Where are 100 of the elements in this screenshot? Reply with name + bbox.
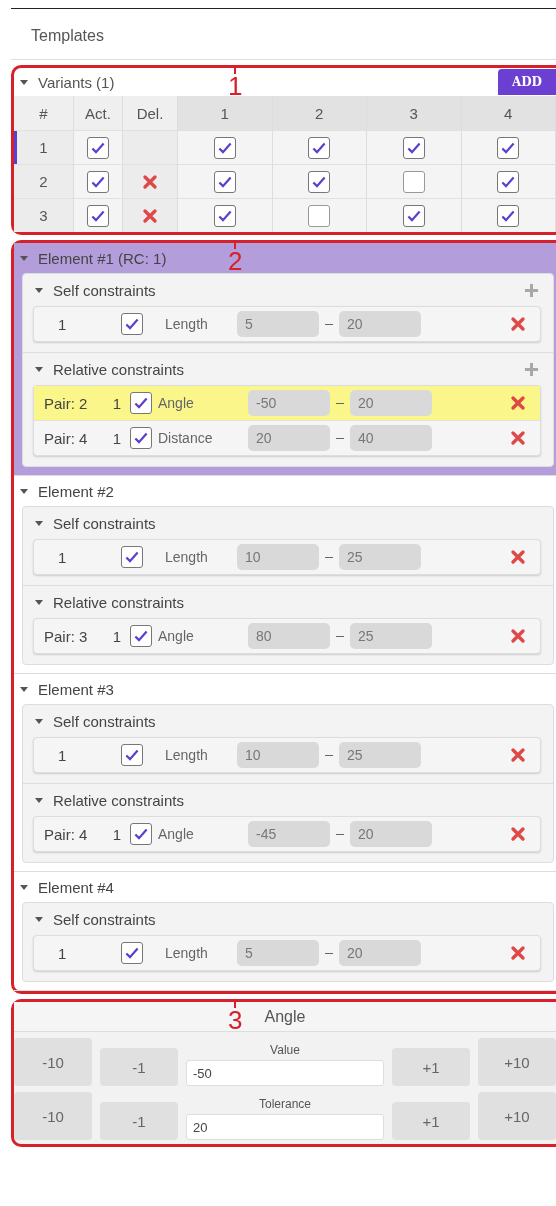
checkbox[interactable] bbox=[121, 942, 143, 964]
min-field[interactable]: 5 bbox=[237, 311, 319, 337]
min-field[interactable]: 10 bbox=[237, 742, 319, 768]
checkbox[interactable] bbox=[308, 170, 331, 193]
step-button[interactable]: +1 bbox=[392, 1102, 470, 1140]
checkbox[interactable] bbox=[87, 204, 109, 227]
column-header: 1 bbox=[178, 96, 273, 130]
section-title: Self constraints bbox=[53, 514, 156, 532]
caret-icon[interactable] bbox=[20, 79, 28, 85]
max-field[interactable]: 25 bbox=[350, 623, 432, 649]
checkbox[interactable] bbox=[130, 823, 152, 845]
row-number[interactable]: 3 bbox=[14, 198, 74, 232]
pair-label: Pair: 4 bbox=[43, 825, 89, 843]
checkbox[interactable] bbox=[121, 546, 143, 568]
max-field[interactable]: 25 bbox=[339, 742, 421, 768]
caret-icon[interactable] bbox=[20, 255, 28, 261]
column-header: # bbox=[14, 96, 74, 130]
caret-icon[interactable] bbox=[35, 366, 43, 372]
delete-icon[interactable] bbox=[510, 826, 526, 842]
min-field[interactable]: 5 bbox=[237, 940, 319, 966]
min-field[interactable]: 80 bbox=[248, 623, 330, 649]
checkbox[interactable] bbox=[402, 170, 425, 193]
value-field[interactable]: -50 bbox=[186, 1060, 384, 1086]
field-label: Tolerance bbox=[259, 1097, 311, 1111]
checkbox[interactable] bbox=[213, 170, 236, 193]
step-button[interactable]: -10 bbox=[14, 1092, 92, 1140]
checkbox[interactable] bbox=[130, 625, 152, 647]
caret-icon[interactable] bbox=[35, 599, 43, 605]
delete-icon[interactable] bbox=[142, 173, 158, 190]
range-dash bbox=[336, 833, 344, 835]
checkbox[interactable] bbox=[497, 170, 520, 193]
delete-icon[interactable] bbox=[510, 747, 526, 763]
caret-icon[interactable] bbox=[35, 520, 43, 526]
checkbox[interactable] bbox=[308, 204, 331, 227]
page-title: Templates bbox=[11, 9, 556, 60]
step-button[interactable]: +1 bbox=[392, 1048, 470, 1086]
step-button[interactable]: +10 bbox=[478, 1092, 556, 1140]
checkbox[interactable] bbox=[497, 136, 520, 159]
constraint-row[interactable]: 1 Length 10 25 bbox=[34, 738, 540, 772]
checkbox[interactable] bbox=[213, 136, 236, 159]
checkbox[interactable] bbox=[402, 136, 425, 159]
constraint-row[interactable]: 1 Length 10 25 bbox=[34, 540, 540, 574]
checkbox[interactable] bbox=[130, 392, 152, 414]
caret-icon[interactable] bbox=[20, 488, 28, 494]
caret-icon[interactable] bbox=[20, 884, 28, 890]
step-button[interactable]: -1 bbox=[100, 1102, 178, 1140]
delete-icon[interactable] bbox=[510, 549, 526, 565]
min-field[interactable]: -45 bbox=[248, 821, 330, 847]
delete-icon[interactable] bbox=[142, 207, 158, 224]
step-button[interactable]: +10 bbox=[478, 1038, 556, 1086]
delete-icon[interactable] bbox=[510, 628, 526, 644]
delete-icon[interactable] bbox=[510, 430, 526, 446]
constraint-row[interactable]: Pair: 4 1 Distance 20 40 bbox=[34, 420, 540, 455]
min-field[interactable]: 20 bbox=[248, 425, 330, 451]
constraint-name: Angle bbox=[157, 628, 195, 644]
constraint-index: 1 bbox=[111, 429, 123, 447]
max-field[interactable]: 20 bbox=[350, 821, 432, 847]
step-button[interactable]: -1 bbox=[100, 1048, 178, 1086]
constraint-name: Length bbox=[164, 747, 209, 763]
caret-icon[interactable] bbox=[35, 916, 43, 922]
caret-icon[interactable] bbox=[35, 797, 43, 803]
checkbox[interactable] bbox=[402, 204, 425, 227]
constraint-name: Length bbox=[164, 549, 209, 565]
value-field[interactable]: 20 bbox=[186, 1114, 384, 1140]
constraint-row[interactable]: Pair: 4 1 Angle -45 20 bbox=[34, 817, 540, 851]
checkbox[interactable] bbox=[130, 427, 152, 449]
max-field[interactable]: 40 bbox=[350, 425, 432, 451]
checkbox[interactable] bbox=[497, 204, 520, 227]
section-title: Variants (1) bbox=[38, 73, 115, 91]
constraint-row[interactable]: 1 Length 5 20 bbox=[34, 307, 540, 341]
delete-icon[interactable] bbox=[510, 945, 526, 961]
caret-icon[interactable] bbox=[20, 686, 28, 692]
element-title: Element #4 bbox=[38, 878, 114, 896]
add-button[interactable]: ADD bbox=[497, 69, 556, 95]
min-field[interactable]: 10 bbox=[237, 544, 319, 570]
element-title: Element #3 bbox=[38, 680, 114, 698]
constraint-row[interactable]: 1 Length 5 20 bbox=[34, 936, 540, 970]
range-dash bbox=[325, 556, 333, 558]
caret-icon[interactable] bbox=[35, 287, 43, 293]
min-field[interactable]: -50 bbox=[248, 390, 330, 416]
checkbox[interactable] bbox=[121, 744, 143, 766]
row-number[interactable]: 1 bbox=[14, 130, 74, 164]
max-field[interactable]: 25 bbox=[339, 544, 421, 570]
constraint-row[interactable]: Pair: 2 1 Angle -50 20 bbox=[34, 386, 540, 420]
pair-label: Pair: 3 bbox=[43, 627, 89, 645]
row-number[interactable]: 2 bbox=[14, 164, 74, 198]
delete-icon[interactable] bbox=[510, 395, 526, 411]
step-button[interactable]: -10 bbox=[14, 1038, 92, 1086]
caret-icon[interactable] bbox=[35, 718, 43, 724]
max-field[interactable]: 20 bbox=[339, 940, 421, 966]
checkbox[interactable] bbox=[308, 136, 331, 159]
column-header: 2 bbox=[272, 96, 367, 130]
checkbox[interactable] bbox=[213, 204, 236, 227]
max-field[interactable]: 20 bbox=[350, 390, 432, 416]
checkbox[interactable] bbox=[87, 170, 109, 193]
checkbox[interactable] bbox=[87, 136, 109, 159]
constraint-row[interactable]: Pair: 3 1 Angle 80 25 bbox=[34, 619, 540, 653]
checkbox[interactable] bbox=[121, 313, 143, 335]
max-field[interactable]: 20 bbox=[339, 311, 421, 337]
delete-icon[interactable] bbox=[510, 316, 526, 332]
